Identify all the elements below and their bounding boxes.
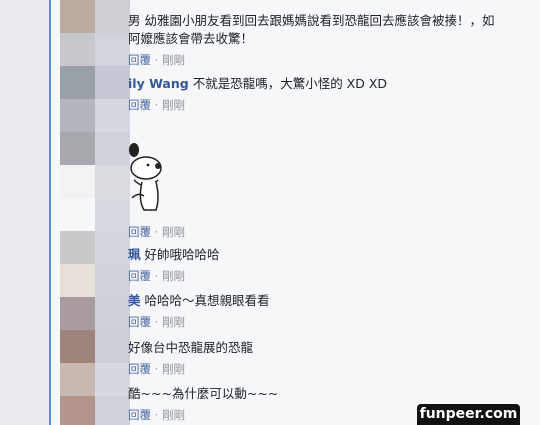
comment-text: 男 幼雅園小朋友看到回去跟媽媽說看到恐龍回去應該會被揍！，如 <box>128 13 495 28</box>
reply-link[interactable]: 回覆 <box>128 98 151 112</box>
comment-1-meta: 回覆 · 剛剛 <box>128 53 185 67</box>
commenter-name[interactable]: ily Wang <box>128 76 189 91</box>
reply-link[interactable]: 回覆 <box>128 269 151 283</box>
comment-1-line1: 男 幼雅園小朋友看到回去跟媽媽說看到恐龍回去應該會被揍！，如 <box>128 12 494 30</box>
reply-link[interactable]: 回覆 <box>128 225 151 239</box>
reply-link[interactable]: 回覆 <box>128 315 151 329</box>
comment-text: 好帥哦哈哈哈 <box>144 247 220 262</box>
commenter-name[interactable]: 珮 <box>128 247 141 262</box>
comment-5: 美 哈哈哈～真想親眼看看 <box>128 292 270 310</box>
watermark: funpeer.com <box>417 404 520 425</box>
comment-1-line2: 阿嬤應該會帶去收驚！ <box>128 30 253 48</box>
reply-link[interactable]: 回覆 <box>128 53 151 67</box>
reply-link[interactable]: 回覆 <box>128 408 151 422</box>
comment-4: 珮 好帥哦哈哈哈 <box>128 246 220 264</box>
snoopy-sticker <box>129 143 162 211</box>
timestamp: 剛剛 <box>161 269 185 283</box>
left-pane <box>0 0 50 425</box>
comment-text: 酷~~~為什麼可以動~~~ <box>128 386 279 401</box>
timestamp: 剛剛 <box>161 225 185 239</box>
reply-link[interactable]: 回覆 <box>128 362 151 376</box>
comment-2-meta: 回覆 · 剛剛 <box>128 98 185 112</box>
timestamp: 剛剛 <box>161 408 185 422</box>
comment-text: 好像台中恐龍展的恐龍 <box>128 340 254 355</box>
comment-5-meta: 回覆 · 剛剛 <box>128 315 185 329</box>
comment-7-meta: 回覆 · 剛剛 <box>128 408 185 422</box>
timestamp: 剛剛 <box>161 98 185 112</box>
comment-3-meta: 回覆 · 剛剛 <box>128 225 185 239</box>
pixelated-avatars <box>60 0 130 425</box>
comment-text: 阿嬤應該會帶去收驚！ <box>128 31 254 46</box>
comment-6-meta: 回覆 · 剛剛 <box>128 362 185 376</box>
thread-indicator-line <box>49 0 51 425</box>
comment-text: 哈哈哈～真想親眼看看 <box>144 293 270 308</box>
comment-7: 酷~~~為什麼可以動~~~ <box>128 385 278 403</box>
timestamp: 剛剛 <box>161 53 185 67</box>
comment-4-meta: 回覆 · 剛剛 <box>128 269 185 283</box>
comment-text: 不就是恐龍嗎，大驚小怪的 XD XD <box>192 76 388 91</box>
comment-6: 好像台中恐龍展的恐龍 <box>128 339 253 357</box>
timestamp: 剛剛 <box>161 315 185 329</box>
comment-2: ily Wang 不就是恐龍嗎，大驚小怪的 XD XD <box>128 75 387 93</box>
commenter-name[interactable]: 美 <box>128 293 141 308</box>
timestamp: 剛剛 <box>161 362 185 376</box>
